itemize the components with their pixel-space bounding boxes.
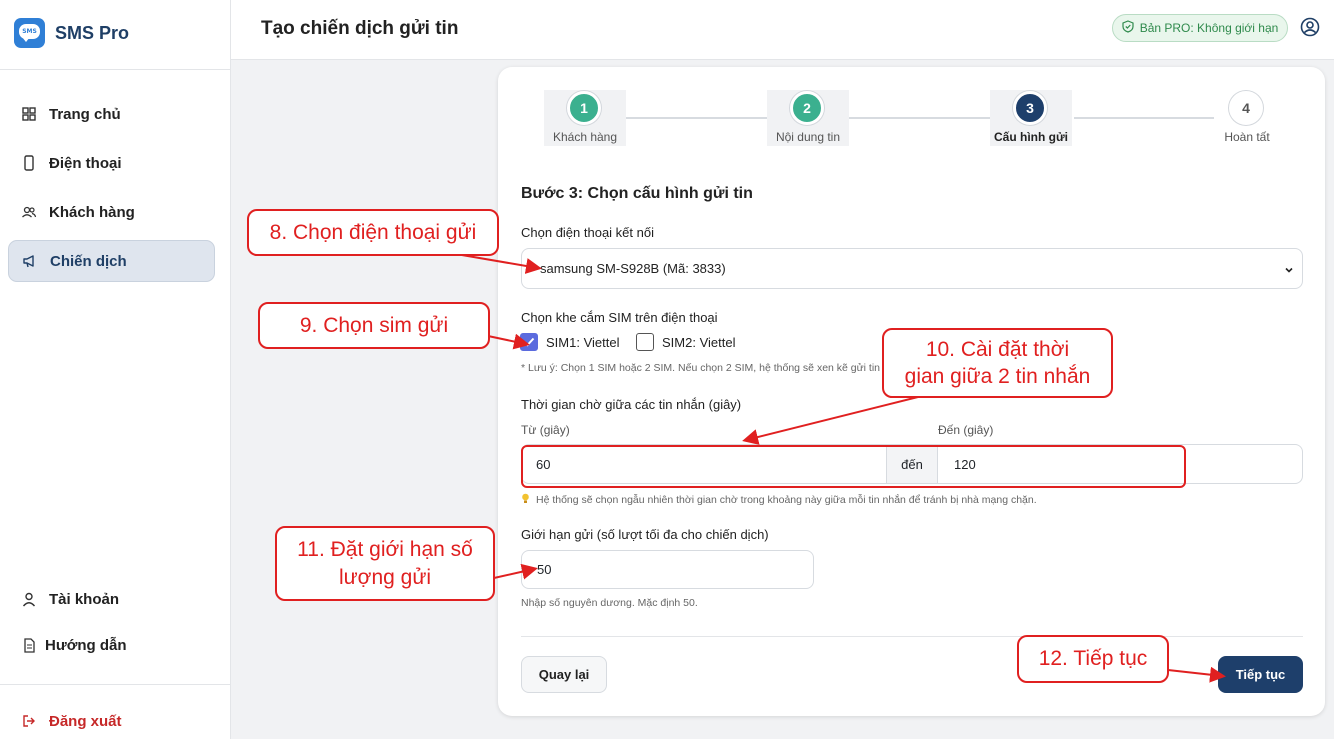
step-connector	[626, 117, 767, 119]
sms-logo-icon: SMS	[14, 18, 45, 48]
logout-label: Đăng xuất	[49, 712, 122, 730]
lightbulb-icon	[521, 493, 530, 507]
limit-note: Nhập số nguyên dương. Mặc định 50.	[521, 597, 698, 609]
user-icon	[21, 591, 37, 607]
step-config[interactable]: 3 Cấu hình gửi	[990, 90, 1072, 146]
shield-icon	[1122, 20, 1134, 36]
back-button[interactable]: Quay lại	[521, 656, 607, 693]
document-icon	[21, 637, 37, 653]
chevron-down-icon	[1284, 263, 1294, 278]
sim1-label: SIM1: Viettel	[546, 334, 620, 350]
pro-badge: Bản PRO: Không giới hạn	[1112, 14, 1288, 42]
limit-label: Giới hạn gửi (số lượt tối đa cho chiến d…	[521, 527, 769, 542]
step-number: 4	[1229, 91, 1263, 125]
sidebar-item-label: Hướng dẫn	[45, 636, 127, 654]
sidebar-item-label: Chiến dịch	[50, 252, 127, 270]
sidebar-item-account[interactable]: Tài khoản	[8, 578, 215, 620]
sim1-checkbox[interactable]	[520, 333, 538, 351]
sim-note: * Lưu ý: Chọn 1 SIM hoặc 2 SIM. Nếu chọn…	[521, 362, 886, 374]
sidebar: SMS SMS Pro Trang chủ Điện thoại Khách h…	[0, 0, 231, 739]
annotation-line: lượng gửi	[338, 565, 432, 589]
step-customers[interactable]: 1 Khách hàng	[544, 90, 626, 146]
annotation-step-12: 12. Tiếp tục	[1017, 635, 1169, 683]
step-connector	[849, 117, 990, 119]
grid-icon	[21, 106, 37, 122]
phone-select-value: samsung SM-S928B (Mã: 3833)	[540, 261, 726, 276]
logout-button[interactable]: Đăng xuất	[8, 700, 215, 739]
sidebar-divider	[0, 69, 231, 70]
sim2-option[interactable]: SIM2: Viettel	[636, 333, 735, 351]
logout-icon	[21, 713, 37, 729]
sidebar-item-label: Trang chủ	[49, 105, 121, 123]
megaphone-icon	[22, 253, 38, 269]
wait-label: Thời gian chờ giữa các tin nhắn (giây)	[521, 397, 742, 412]
annotation-step-9: 9. Chọn sim gửi	[258, 302, 490, 349]
annotation-step-8: 8. Chọn điện thoại gửi	[247, 209, 499, 256]
annotation-line: 10. Cài đặt thời	[925, 337, 1070, 361]
step-label: Hoàn tất	[1224, 130, 1270, 144]
step-number: 2	[790, 91, 824, 125]
annotation-step-11: 11. Đặt giới hạn số lượng gửi	[275, 526, 495, 601]
header: Tạo chiến dịch gửi tin Bản PRO: Không gi…	[231, 0, 1334, 60]
sim1-option[interactable]: SIM1: Viettel	[520, 333, 619, 351]
sidebar-item-label: Khách hàng	[49, 203, 135, 221]
phone-icon	[21, 155, 37, 171]
sidebar-item-guide[interactable]: Hướng dẫn	[8, 624, 215, 666]
annotation-step-10: 10. Cài đặt thời gian giữa 2 tin nhắn	[882, 328, 1113, 398]
from-label: Từ (giây)	[521, 423, 570, 437]
sim2-label: SIM2: Viettel	[662, 334, 736, 350]
user-profile-icon[interactable]	[1300, 17, 1320, 42]
sidebar-item-campaigns[interactable]: Chiến dịch	[8, 240, 215, 282]
sidebar-divider	[0, 684, 231, 685]
step-number: 3	[1013, 91, 1047, 125]
page-title: Tạo chiến dịch gửi tin	[261, 18, 459, 39]
app-name: SMS Pro	[55, 22, 130, 43]
sidebar-item-phones[interactable]: Điện thoại	[8, 142, 215, 184]
step-content[interactable]: 2 Nội dung tin	[767, 90, 849, 146]
step-finish[interactable]: 4 Hoàn tất	[1214, 90, 1280, 146]
section-title: Bước 3: Chọn cấu hình gửi tin	[521, 185, 753, 202]
wait-range-highlight	[521, 445, 1186, 488]
annotation-line: gian giữa 2 tin nhắn	[904, 365, 1091, 388]
limit-input[interactable]: 50	[521, 550, 814, 589]
step-label: Cấu hình gửi	[993, 130, 1068, 144]
step-label: Khách hàng	[552, 130, 618, 144]
step-connector	[1074, 117, 1214, 119]
sidebar-item-customers[interactable]: Khách hàng	[8, 191, 215, 233]
pro-badge-label: Bản PRO: Không giới hạn	[1139, 21, 1279, 35]
sidebar-item-home[interactable]: Trang chủ	[8, 93, 215, 135]
sim2-checkbox[interactable]	[636, 333, 654, 351]
step-label: Nội dung tin	[775, 130, 841, 144]
sim-label: Chọn khe cắm SIM trên điện thoại	[521, 310, 718, 325]
to-label: Đến (giây)	[938, 423, 994, 437]
wait-note-row: Hệ thống sẽ chọn ngẫu nhiên thời gian ch…	[521, 493, 1037, 507]
step-number: 1	[567, 91, 601, 125]
sidebar-item-label: Điện thoại	[49, 154, 122, 172]
sidebar-item-label: Tài khoản	[49, 590, 120, 608]
phone-label: Chọn điện thoại kết nối	[521, 225, 654, 240]
wait-note: Hệ thống sẽ chọn ngẫu nhiên thời gian ch…	[536, 494, 1037, 506]
next-button[interactable]: Tiếp tục	[1218, 656, 1303, 693]
phone-select[interactable]: samsung SM-S928B (Mã: 3833)	[521, 248, 1303, 289]
annotation-line: 11. Đặt giới hạn số	[297, 538, 473, 562]
brand[interactable]: SMS SMS Pro	[14, 18, 129, 48]
card-divider	[521, 636, 1303, 637]
users-icon	[21, 204, 37, 220]
